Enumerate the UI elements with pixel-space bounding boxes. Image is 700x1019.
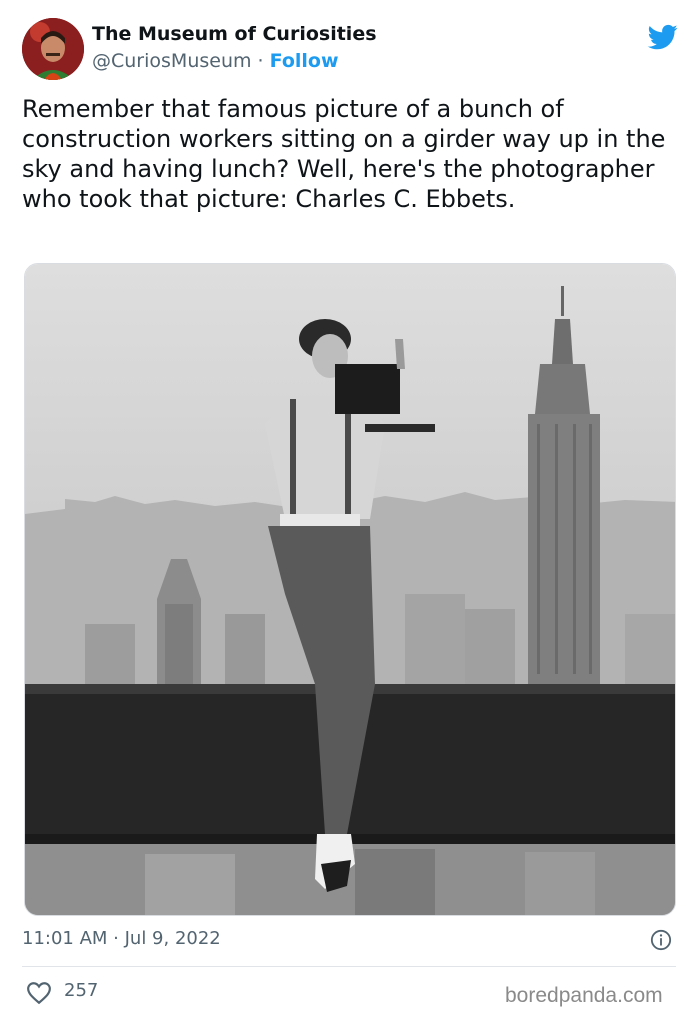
tweet-header: The Museum of Curiosities @CuriosMuseum … bbox=[22, 18, 682, 80]
info-icon[interactable] bbox=[650, 929, 672, 951]
twitter-bird-icon[interactable] bbox=[646, 22, 680, 52]
handle-separator: · bbox=[251, 50, 270, 72]
watermark: boredpanda.com bbox=[505, 984, 663, 1007]
like-count: 257 bbox=[64, 980, 99, 1001]
author-display-name[interactable]: The Museum of Curiosities bbox=[92, 23, 377, 45]
heart-icon[interactable] bbox=[26, 981, 52, 1005]
author-handle-line: @CuriosMuseum · Follow bbox=[92, 50, 339, 72]
author-handle[interactable]: @CuriosMuseum bbox=[92, 50, 252, 72]
follow-button[interactable]: Follow bbox=[270, 50, 339, 72]
tweet-text: Remember that famous picture of a bunch … bbox=[22, 95, 666, 213]
tweet-timestamp[interactable]: 11:01 AM · Jul 9, 2022 bbox=[22, 928, 221, 949]
avatar[interactable] bbox=[22, 18, 84, 80]
divider bbox=[22, 966, 676, 967]
tweet-photo[interactable] bbox=[24, 263, 676, 916]
